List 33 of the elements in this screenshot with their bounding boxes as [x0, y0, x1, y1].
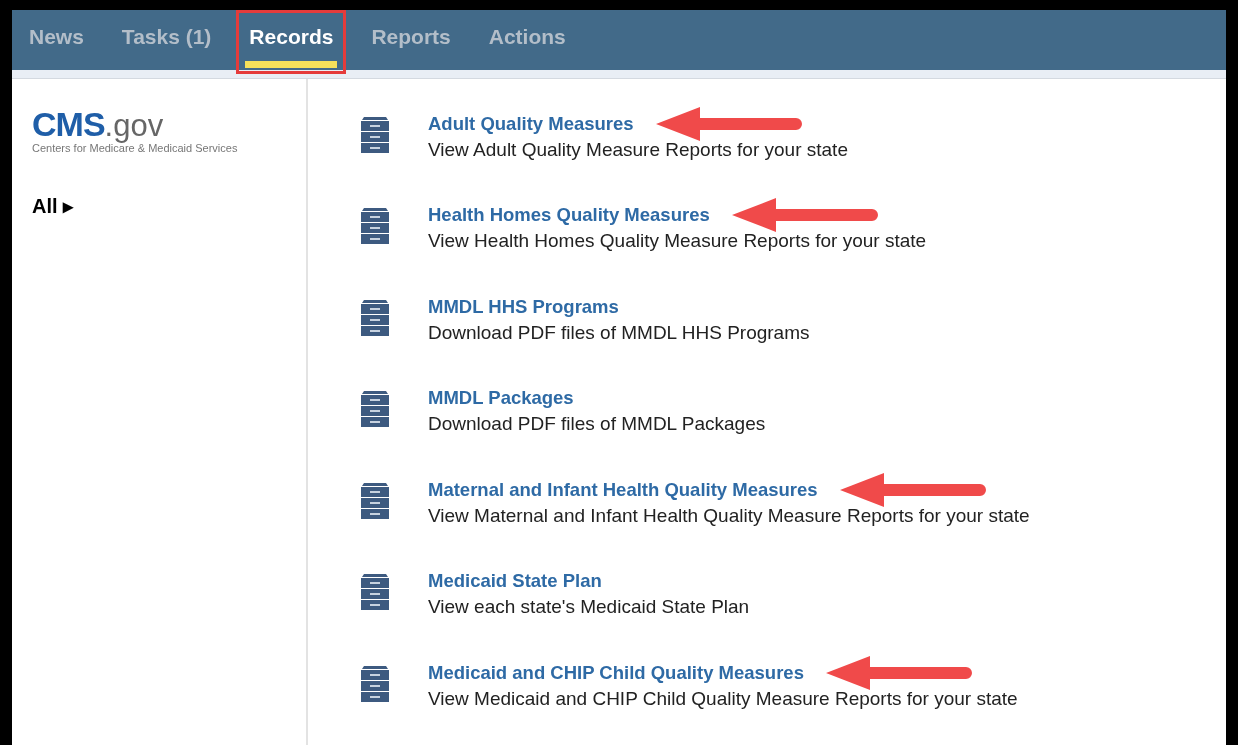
- annotation-arrow-icon: [839, 471, 986, 508]
- record-description: View Health Homes Quality Measure Reports for your state: [428, 230, 927, 253]
- annotation-arrow-icon: [655, 105, 802, 142]
- annotation-arrow-icon: [731, 197, 878, 234]
- record-link[interactable]: Health Homes Quality Measures: [428, 204, 710, 227]
- file-cabinet-icon: [360, 297, 390, 338]
- record-link[interactable]: Maternal and Infant Health Quality Measures: [428, 478, 818, 501]
- file-cabinet-icon: [360, 480, 390, 521]
- logo-tagline: Centers for Medicare & Medicaid Services: [32, 142, 239, 154]
- file-cabinet-icon: [360, 389, 390, 430]
- file-cabinet-icon: [360, 206, 390, 247]
- record-description: Download PDF files of MMDL Packages: [428, 413, 766, 436]
- filter-link[interactable]: All ▸: [32, 194, 306, 218]
- record-link[interactable]: Adult Quality Measures: [428, 112, 634, 135]
- record-description: Download PDF files of MMDL HHS Programs: [428, 321, 810, 344]
- record-link[interactable]: MMDL Packages: [428, 387, 574, 410]
- file-cabinet-icon: [360, 114, 390, 155]
- file-cabinet-icon: [360, 663, 390, 704]
- record-link[interactable]: MMDL HHS Programs: [428, 295, 619, 318]
- file-cabinet-icon: [360, 572, 390, 613]
- nav-tab[interactable]: Actions: [484, 13, 570, 68]
- annotation-arrow-icon: [825, 654, 972, 691]
- nav-tab[interactable]: News: [25, 13, 88, 68]
- record-description: View Adult Quality Measure Reports for your state: [428, 138, 848, 161]
- nav-tab[interactable]: Tasks (1): [117, 13, 216, 68]
- record-link[interactable]: Medicaid and CHIP Child Quality Measures: [428, 661, 804, 684]
- record-link[interactable]: Medicaid State Plan: [428, 570, 602, 593]
- logo-brand: CMS: [32, 105, 105, 143]
- record-description: View each state's Medicaid State Plan: [428, 596, 750, 619]
- record-description: View Medicaid and CHIP Child Quality Measure Reports for your state: [428, 687, 1018, 710]
- logo-suffix: .gov: [104, 108, 164, 144]
- record-description: View Maternal and Infant Health Quality Measure Reports for your state: [428, 504, 1030, 527]
- nav-tab[interactable]: Reports: [367, 13, 455, 68]
